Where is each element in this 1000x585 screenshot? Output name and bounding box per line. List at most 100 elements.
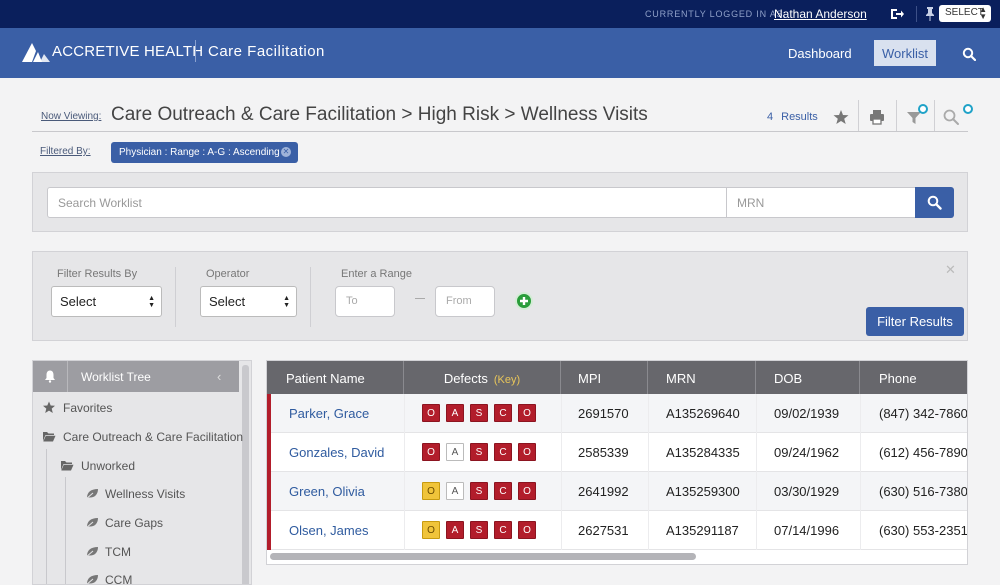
tree-item-care-outreach[interactable]: Care Outreach & Care Facilitation (42, 430, 243, 446)
search-icon[interactable] (962, 47, 976, 61)
updown-arrow-icon: ▲ ▼ (283, 295, 290, 309)
defect-badge[interactable]: O (422, 443, 440, 461)
defect-badge[interactable]: O (518, 443, 536, 461)
row-priority-flag (267, 433, 271, 472)
mrn-input[interactable]: MRN (726, 187, 916, 218)
pin-icon[interactable] (924, 6, 936, 22)
defect-badge[interactable]: A (446, 404, 464, 422)
cell-divider (561, 472, 562, 511)
range-from-input[interactable]: From (435, 286, 495, 317)
patient-name-link[interactable]: Gonzales, David (289, 445, 384, 460)
column-header-patient-name[interactable]: Patient Name (267, 361, 404, 394)
search-button[interactable] (915, 187, 954, 218)
tree-item-care-gaps[interactable]: Care Gaps (85, 516, 225, 532)
mrn-cell: A135284335 (666, 445, 740, 460)
defect-badge[interactable]: O (518, 404, 536, 422)
column-header-mrn[interactable]: MRN (648, 361, 756, 394)
filter-by-select[interactable]: Select ▲ ▼ (51, 286, 162, 317)
operator-select[interactable]: Select ▲ ▼ (200, 286, 297, 317)
mpi-cell: 2585339 (578, 445, 629, 460)
search-worklist-input[interactable]: Search Worklist (47, 187, 727, 218)
cell-divider (860, 511, 861, 550)
filter-divider (175, 267, 176, 327)
defect-badge[interactable]: C (494, 521, 512, 539)
cell-divider (404, 394, 405, 433)
tree-item-unworked[interactable]: Unworked (60, 459, 220, 475)
defects-key-link[interactable]: (Key) (494, 374, 520, 386)
defect-badge[interactable]: O (518, 482, 536, 500)
tree-item-ccm[interactable]: CCM (85, 573, 225, 585)
tree-item-wellness-visits[interactable]: Wellness Visits (85, 487, 225, 503)
defect-badge[interactable]: O (518, 521, 536, 539)
plus-icon[interactable] (515, 292, 533, 310)
worklist-tree-title: Worklist Tree (81, 370, 151, 384)
defect-badge[interactable]: C (494, 404, 512, 422)
defect-badge[interactable]: A (446, 482, 464, 500)
defect-badge[interactable]: O (422, 521, 440, 539)
table-row[interactable]: Green, Olivia O A S C O 2641992 A135259300 03/30… (267, 472, 967, 511)
filter-panel: Filter Results By Select ▲ ▼ Operator Sel… (32, 251, 968, 341)
mrn-cell: A135259300 (666, 484, 740, 499)
table-row[interactable]: Gonzales, David O A S C O 2585339 A135284335 09/… (267, 433, 967, 472)
header-divider (195, 40, 196, 62)
defect-badge[interactable]: O (422, 404, 440, 422)
star-icon[interactable] (832, 108, 850, 126)
column-header-defects[interactable]: Defects (Key) (404, 361, 561, 394)
close-icon[interactable]: ✕ (945, 262, 956, 278)
dob-cell: 09/24/1962 (774, 445, 840, 460)
range-to-input[interactable]: To (335, 286, 395, 317)
nav-worklist[interactable]: Worklist (874, 40, 936, 66)
print-icon[interactable] (868, 108, 886, 126)
defect-badge[interactable]: S (470, 443, 488, 461)
search-icon[interactable] (942, 108, 960, 126)
tree-item-label: Care Outreach & Care Facilitation (63, 430, 244, 444)
leaf-icon (86, 575, 98, 584)
logout-icon[interactable] (889, 6, 905, 22)
results-count: 4 Results (767, 111, 818, 123)
column-header-phone[interactable]: Phone (860, 361, 967, 394)
mpi-cell: 2627531 (578, 523, 629, 538)
patient-name-link[interactable]: Green, Olivia (289, 484, 365, 499)
tree-item-label: Care Gaps (105, 516, 164, 530)
defect-badge[interactable]: S (470, 521, 488, 539)
defect-badge[interactable]: C (494, 482, 512, 500)
worklist-tree-header: Worklist Tree ‹ (33, 361, 239, 392)
defect-badge[interactable]: A (446, 443, 464, 461)
tree-scrollbar[interactable] (242, 365, 249, 584)
defect-badge[interactable]: S (470, 404, 488, 422)
cell-divider (860, 433, 861, 472)
cell-divider (756, 472, 757, 511)
user-name-link[interactable]: Nathan Anderson (774, 7, 867, 21)
column-header-label: MPI (578, 371, 602, 386)
patient-name-link[interactable]: Olsen, James (289, 523, 368, 538)
cell-divider (756, 394, 757, 433)
filter-by-value: Select (60, 294, 97, 309)
close-icon[interactable]: ✕ (281, 147, 291, 157)
column-header-dob[interactable]: DOB (756, 361, 860, 394)
leaf-icon (85, 489, 98, 500)
defect-badge[interactable]: S (470, 482, 488, 500)
cell-divider (561, 394, 562, 433)
filter-results-button[interactable]: Filter Results (866, 307, 964, 336)
column-header-mpi[interactable]: MPI (561, 361, 648, 394)
table-row[interactable]: Parker, Grace O A S C O 2691570 A135269640 09/02… (267, 394, 967, 433)
table-row[interactable]: Olsen, James O A S C O 2627531 A135291187 07/14/… (267, 511, 967, 550)
tree-item-label: CCM (105, 573, 133, 585)
filter-chip[interactable]: Physician : Range : A-G : Ascending ✕ (111, 142, 298, 163)
logged-in-label: CURRENTLY LOGGED IN AS: (645, 9, 787, 19)
breadcrumb: Care Outreach & Care Facilitation > High… (111, 104, 648, 125)
tree-item-tcm[interactable]: TCM (85, 545, 225, 561)
chevron-left-icon[interactable]: ‹ (217, 369, 221, 384)
tree-item-favorites[interactable]: Favorites (42, 401, 232, 417)
nav-dashboard[interactable]: Dashboard (788, 46, 852, 61)
defect-badge[interactable]: O (422, 482, 440, 500)
main-header: ACCRETIVE HEALTH Care Facilitation Dashb… (0, 28, 1000, 78)
folder-open-icon (43, 432, 56, 442)
mrn-cell: A135269640 (666, 406, 740, 421)
table-horizontal-scrollbar[interactable] (270, 553, 696, 560)
patient-name-link[interactable]: Parker, Grace (289, 406, 369, 421)
cell-divider (648, 472, 649, 511)
topbar-select[interactable]: SELECT ▲ ▼ (939, 5, 991, 22)
defect-badge[interactable]: C (494, 443, 512, 461)
defect-badge[interactable]: A (446, 521, 464, 539)
